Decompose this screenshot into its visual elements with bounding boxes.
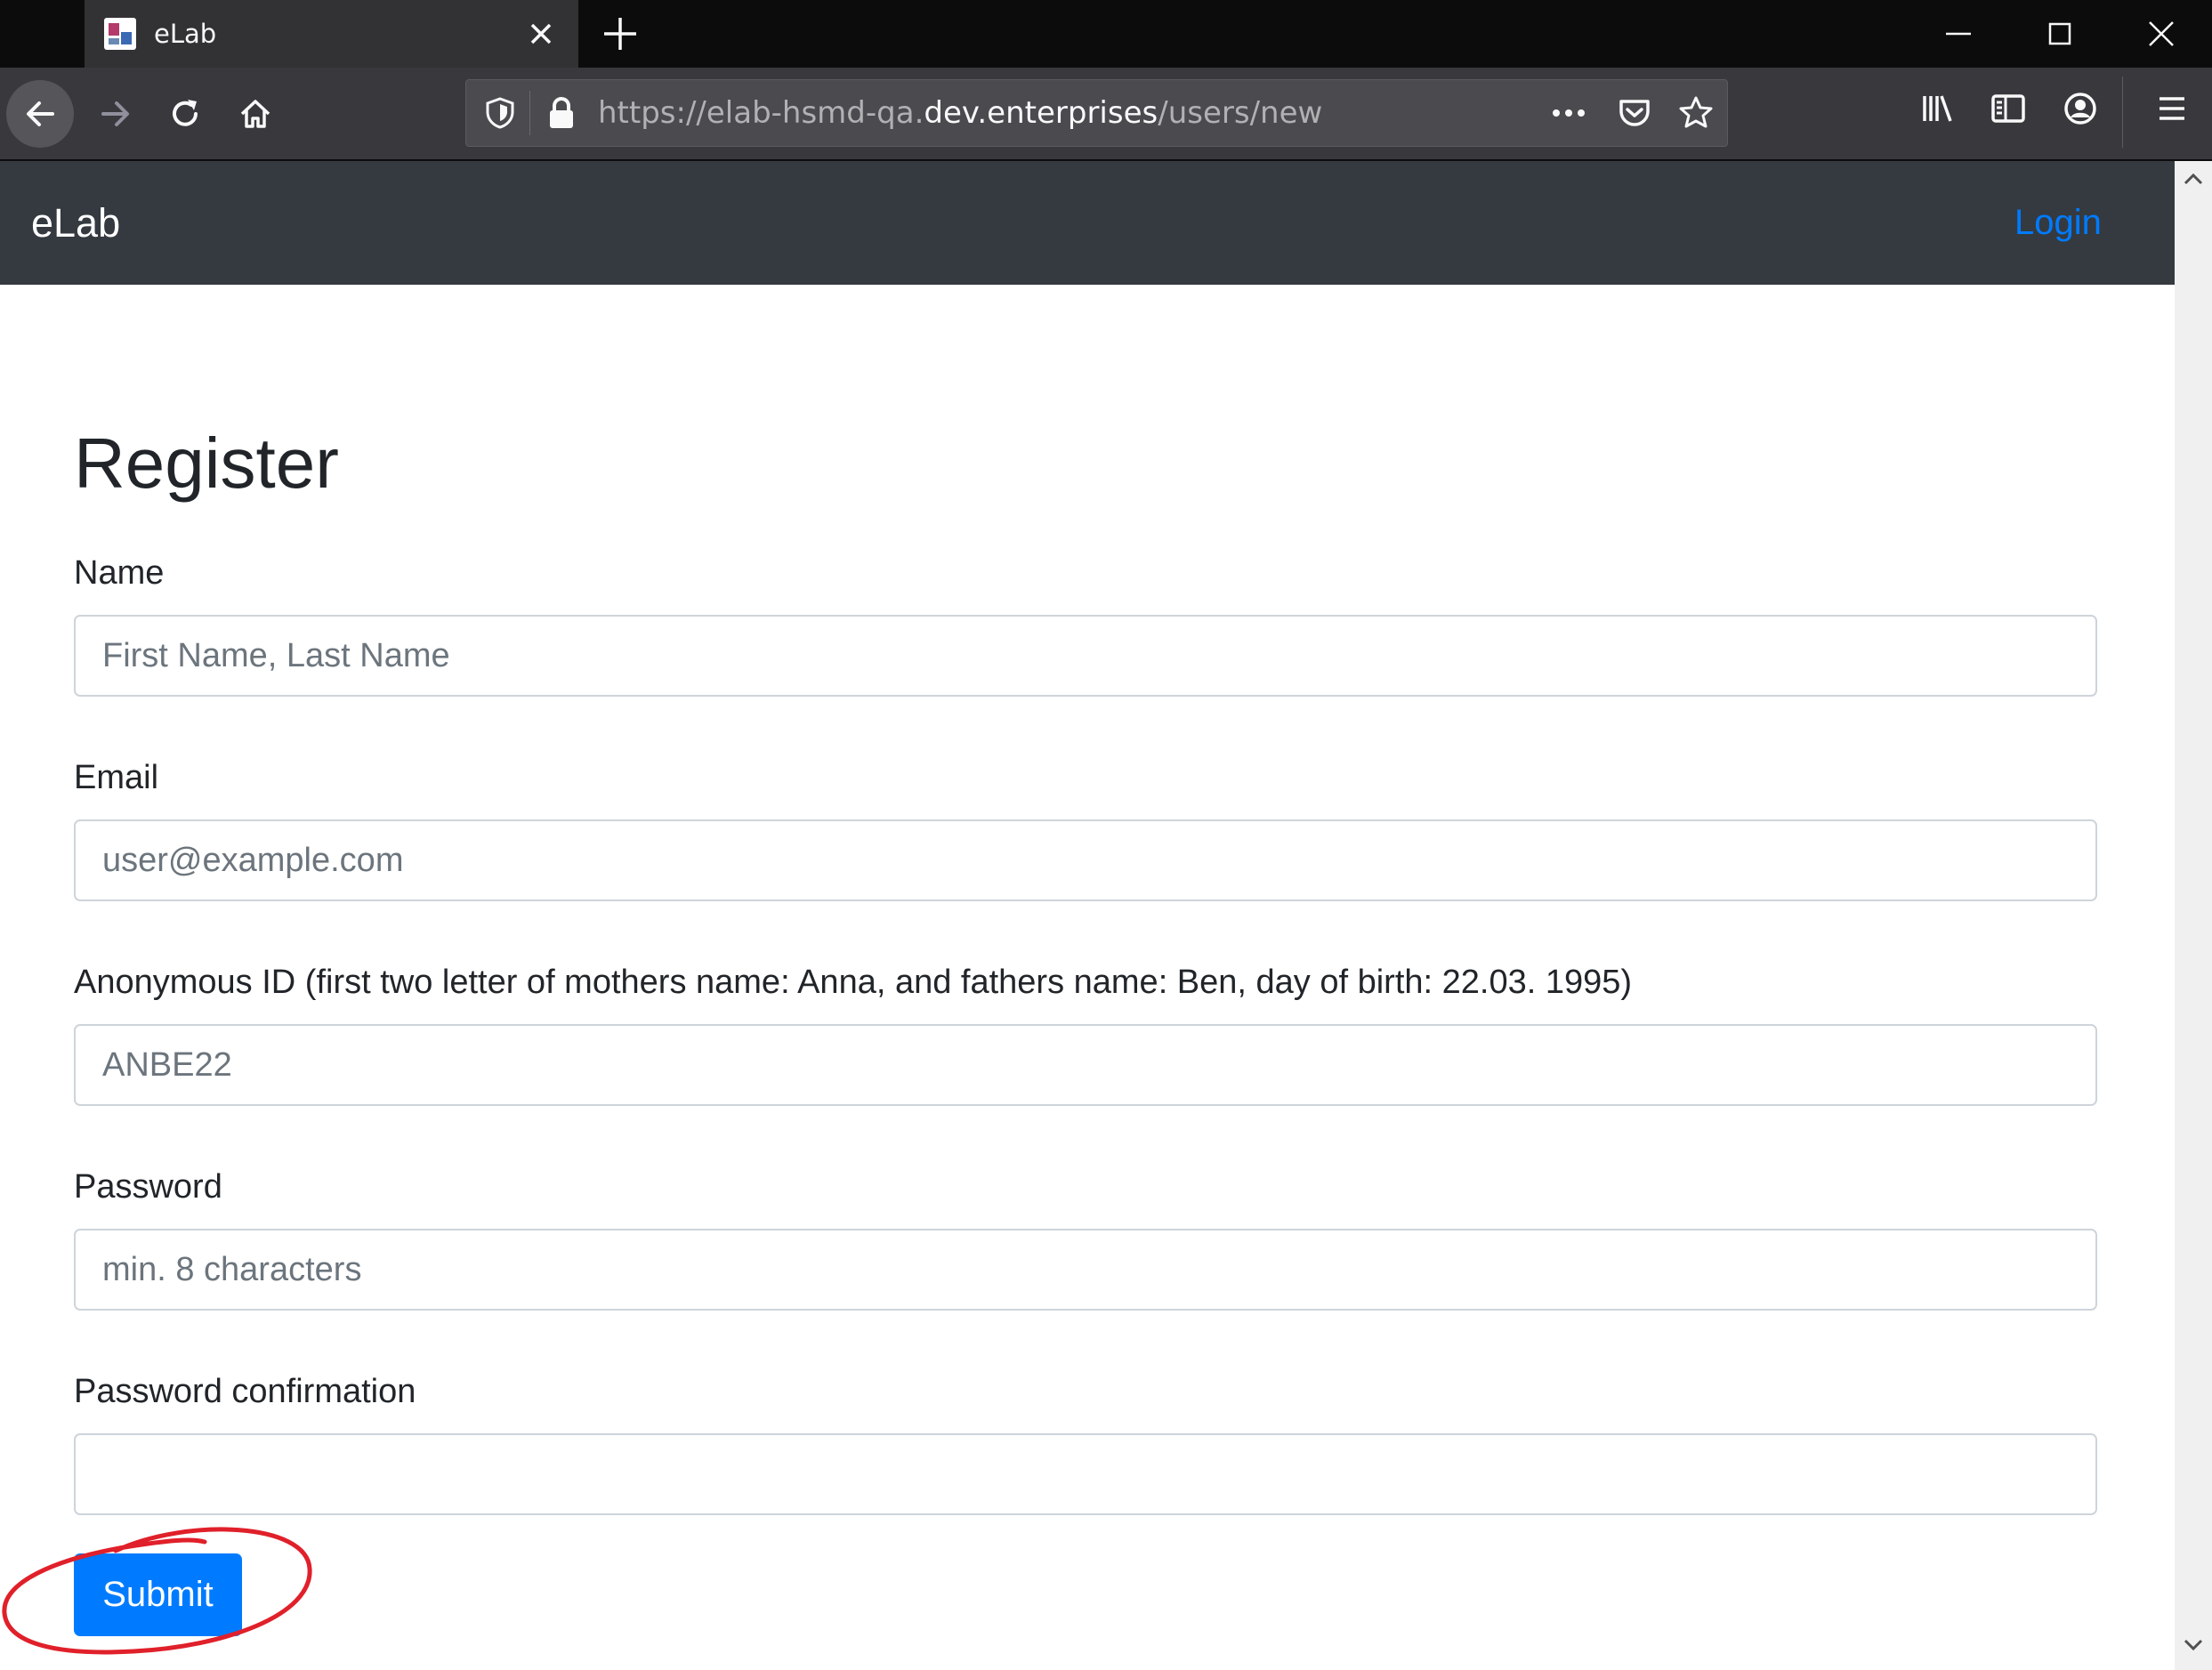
password-field[interactable] — [74, 1229, 2097, 1311]
forward-arrow-icon — [101, 101, 129, 126]
library-icon[interactable] — [1920, 91, 1956, 126]
account-icon[interactable] — [2063, 91, 2098, 126]
reload-icon — [173, 100, 198, 126]
minimize-window-icon[interactable] — [1907, 0, 2009, 68]
name-field[interactable] — [74, 615, 2097, 697]
page-scrollbar[interactable] — [2175, 161, 2212, 1670]
scroll-down-arrow-icon[interactable] — [2182, 1636, 2205, 1654]
new-tab-icon[interactable] — [601, 14, 640, 53]
sidebar-toggle-icon[interactable] — [1990, 91, 2026, 126]
url-prefix: https://elab-hsmd-qa. — [598, 95, 924, 131]
tab-title: eLab — [154, 19, 217, 49]
elab-favicon-icon — [104, 18, 136, 50]
page-title: Register — [74, 424, 339, 503]
app-navbar: eLab Login — [0, 161, 2175, 285]
reload-button[interactable] — [151, 80, 219, 148]
red-circle-annotation — [2, 1527, 312, 1655]
page-viewport: eLab Login Register Name Email Anonymous… — [0, 161, 2175, 1670]
lock-icon[interactable] — [546, 95, 577, 131]
bookmark-star-icon[interactable] — [1678, 95, 1714, 131]
scroll-up-arrow-icon[interactable] — [2182, 170, 2205, 188]
password-label: Password — [74, 1168, 222, 1206]
hamburger-menu-icon[interactable] — [2154, 91, 2190, 126]
email-label: Email — [74, 759, 159, 796]
login-link[interactable]: Login — [2014, 161, 2102, 285]
anonymous-id-field[interactable] — [74, 1024, 2097, 1106]
password-confirmation-label: Password confirmation — [74, 1373, 416, 1410]
toolbar-divider — [2122, 77, 2123, 148]
browser-tab-bar: eLab — [0, 0, 2212, 68]
browser-tab[interactable]: eLab — [85, 0, 578, 68]
scrollbar-track[interactable] — [2178, 197, 2208, 1620]
url-divider — [529, 91, 530, 135]
url-path: /users/new — [1158, 95, 1323, 131]
close-window-icon[interactable] — [2110, 0, 2212, 68]
back-button[interactable] — [6, 80, 74, 148]
home-icon — [240, 100, 270, 128]
url-domain: dev.enterprises — [924, 95, 1158, 131]
home-button[interactable] — [222, 80, 289, 148]
pocket-icon[interactable] — [1617, 95, 1652, 131]
tracking-protection-shield-icon[interactable] — [484, 96, 516, 130]
forward-button[interactable] — [82, 80, 149, 148]
brand-logo[interactable]: eLab — [31, 161, 120, 285]
password-confirmation-field[interactable] — [74, 1433, 2097, 1515]
close-tab-icon[interactable] — [523, 16, 559, 52]
maximize-window-icon[interactable] — [2008, 0, 2111, 68]
url-bar[interactable]: https://elab-hsmd-qa.dev.enterprises/use… — [465, 79, 1728, 147]
page-actions-more-icon[interactable] — [1549, 98, 1588, 128]
url-text[interactable]: https://elab-hsmd-qa.dev.enterprises/use… — [598, 80, 1322, 146]
anonymous-id-label: Anonymous ID (first two letter of mother… — [74, 964, 1633, 1001]
back-arrow-icon — [27, 101, 54, 126]
browser-toolbar: https://elab-hsmd-qa.dev.enterprises/use… — [0, 68, 2212, 161]
email-field[interactable] — [74, 819, 2097, 901]
name-label: Name — [74, 554, 165, 592]
